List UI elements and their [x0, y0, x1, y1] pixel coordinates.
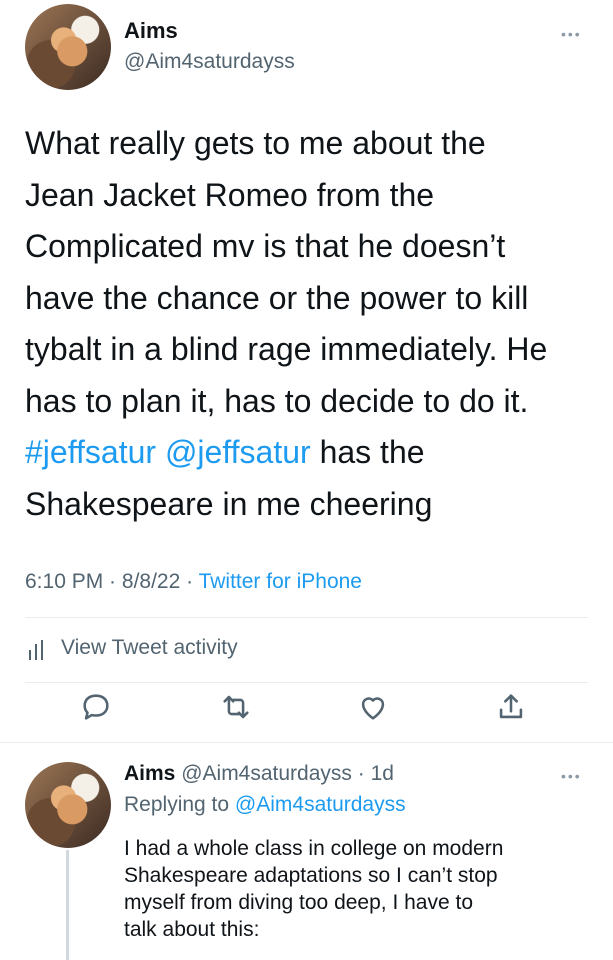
tweet-line: has to plan it, has to decide to do it.	[25, 382, 529, 419]
avatar[interactable]	[25, 4, 111, 90]
reply-handle[interactable]: @Aim4saturdayss	[181, 762, 352, 785]
replying-to-link[interactable]: @Aim4saturdayss	[235, 793, 406, 816]
tweet-meta: 6:10 PM · 8/8/22 · Twitter for iPhone	[25, 570, 362, 594]
reply-thread-line	[66, 850, 69, 960]
reply-line: Shakespeare adaptations so I can’t stop	[124, 864, 498, 887]
divider	[25, 682, 588, 683]
separator: ·	[103, 570, 122, 593]
reply-line: myself from diving too deep, I have to	[124, 891, 474, 914]
tweet-date[interactable]: 8/8/22	[122, 570, 180, 593]
tweet-line: Complicated mv is that he doesn’t	[25, 228, 506, 264]
reply-timestamp[interactable]: 1d	[371, 762, 394, 785]
tweet-text-tail: has the	[310, 434, 425, 470]
reply-display-name[interactable]: Aims	[124, 762, 175, 785]
display-name[interactable]: Aims	[124, 18, 178, 44]
reply-more-options-icon[interactable]: •••	[561, 768, 582, 784]
separator: ·	[351, 762, 371, 785]
replying-to-label: Replying to	[124, 793, 235, 816]
tweet-time[interactable]: 6:10 PM	[25, 570, 103, 593]
reply-header: Aims @Aim4saturdayss · 1d	[124, 762, 394, 786]
tweet-line: #jeffsatur @jeffsatur has the	[25, 427, 600, 479]
share-icon[interactable]	[494, 690, 528, 724]
hashtag-link[interactable]: #jeffsatur	[25, 434, 156, 470]
tweet-line: Shakespeare in me cheering	[25, 485, 433, 522]
mention-link[interactable]: @jeffsatur	[165, 434, 311, 470]
more-options-icon[interactable]: •••	[561, 26, 582, 42]
like-icon[interactable]	[356, 690, 390, 724]
reply-avatar[interactable]	[25, 762, 111, 848]
user-handle[interactable]: @Aim4saturdayss	[124, 50, 295, 74]
tweet-line: What really gets to me about the	[25, 125, 486, 161]
tweet-text: What really gets to me about the Jean Ja…	[25, 118, 600, 530]
tweet-line: have the chance or the power to kill	[25, 279, 529, 316]
replying-to: Replying to @Aim4saturdayss	[124, 793, 406, 817]
separator: ·	[180, 570, 199, 593]
reply-line: talk about this:	[124, 918, 260, 941]
divider	[25, 617, 588, 618]
analytics-icon	[29, 640, 43, 660]
retweet-icon[interactable]	[219, 690, 253, 724]
tweet-line: Jean Jacket Romeo from the	[25, 176, 435, 213]
reply-icon[interactable]	[79, 690, 113, 724]
divider	[0, 742, 613, 743]
view-tweet-activity-label: View Tweet activity	[61, 636, 238, 659]
reply-text: I had a whole class in college on modern…	[124, 835, 604, 943]
tweet-line: tybalt in a blind rage immediately. He	[25, 331, 548, 367]
reply-line: I had a whole class in college on modern	[124, 837, 504, 860]
tweet-source-link[interactable]: Twitter for iPhone	[199, 570, 362, 593]
